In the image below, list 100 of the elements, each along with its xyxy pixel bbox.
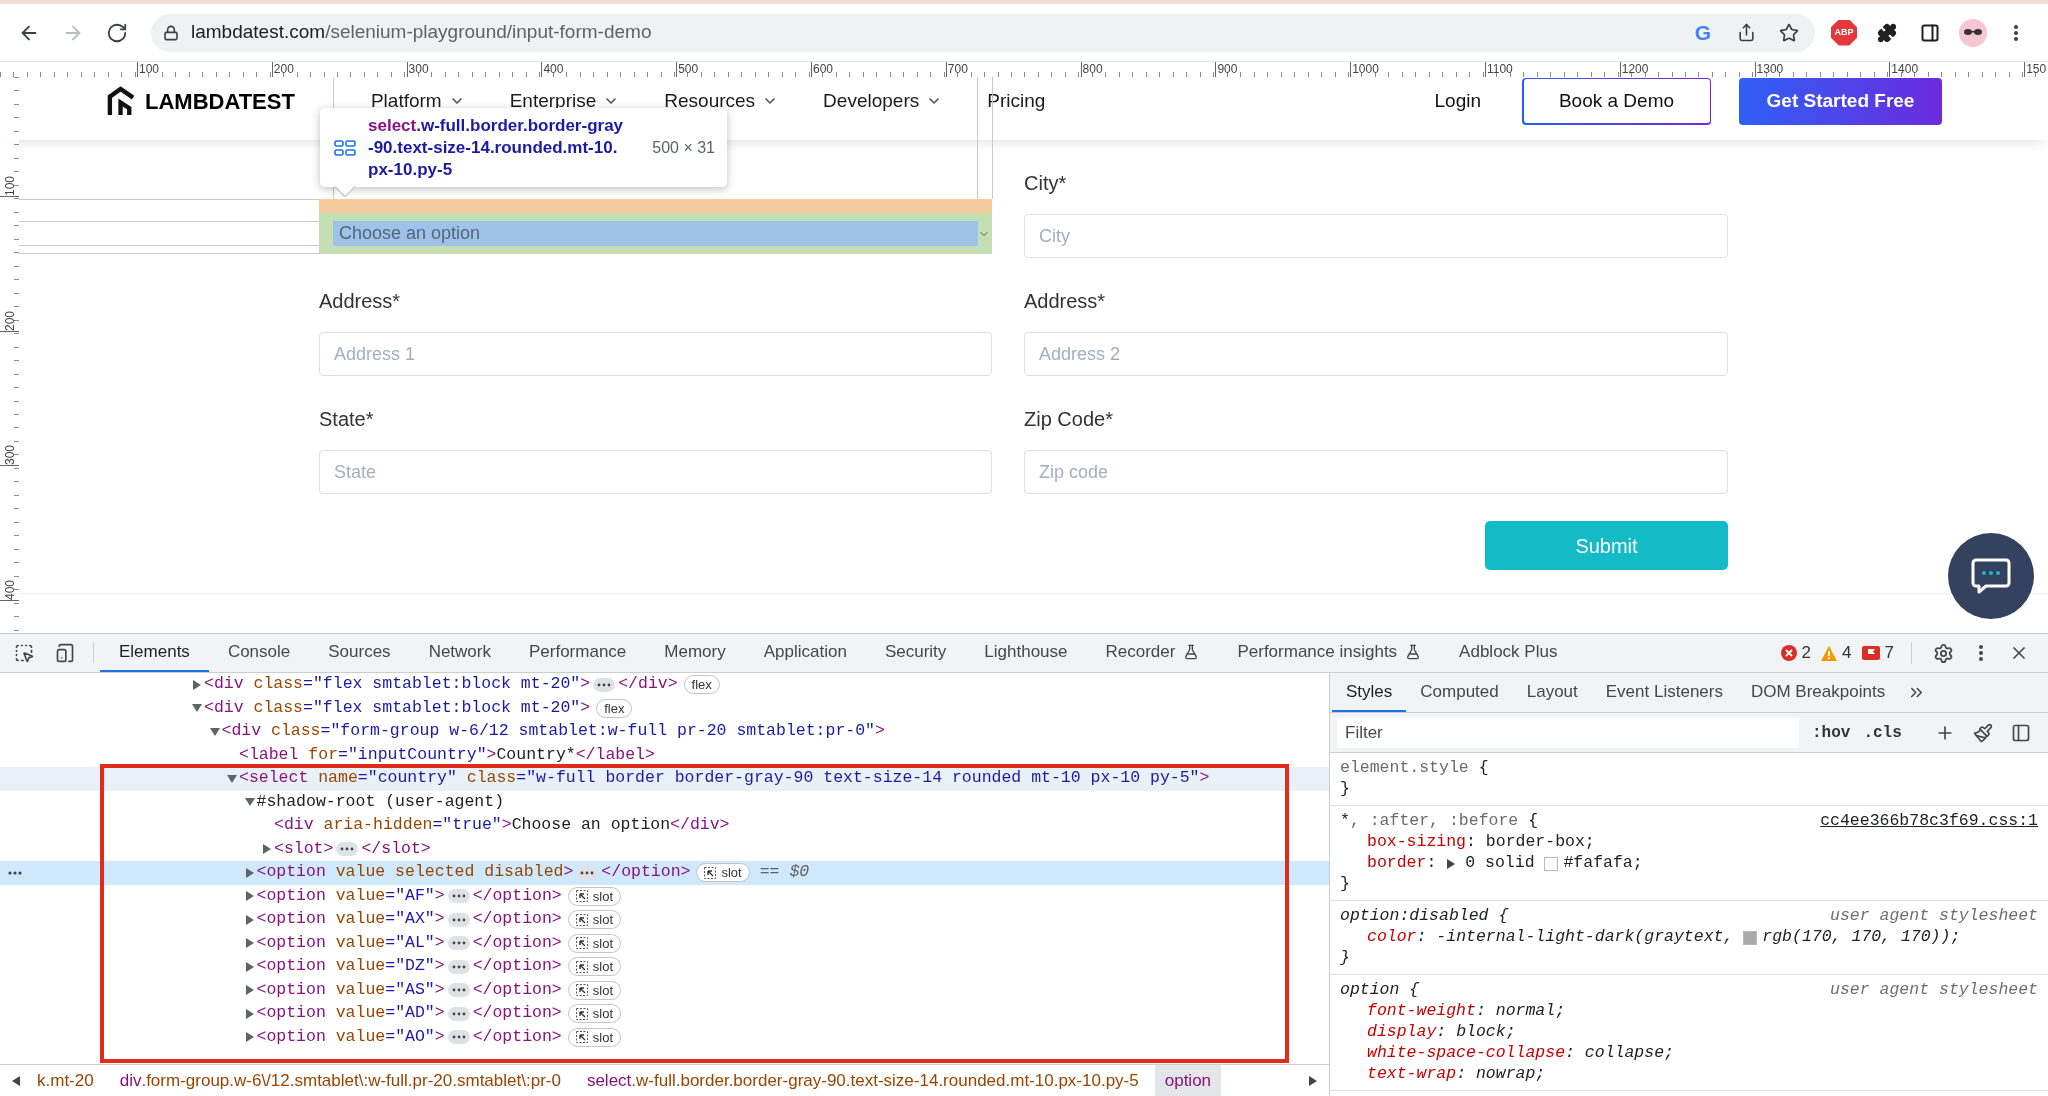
- flex-badge[interactable]: flex: [683, 675, 720, 695]
- color-swatch-icon[interactable]: [1743, 930, 1758, 945]
- hover-state-toggle[interactable]: :hov: [1812, 720, 1851, 745]
- css-property: border:: [1367, 852, 1438, 875]
- code-text: <slot>: [274, 837, 334, 860]
- nav-menu-item[interactable]: Enterprise: [509, 86, 620, 116]
- get-started-button[interactable]: Get Started Free: [1739, 77, 1942, 125]
- right-triangle-icon[interactable]: [1309, 1075, 1317, 1086]
- code-text: <option value="AF">: [256, 884, 445, 907]
- text-input[interactable]: State: [319, 450, 992, 494]
- book-demo-button[interactable]: Book a Demo: [1522, 77, 1711, 125]
- right-triangle-icon[interactable]: [244, 938, 255, 949]
- flex-badge[interactable]: flex: [596, 698, 633, 718]
- code-text: </option>: [472, 978, 562, 1001]
- color-swatch-icon[interactable]: [1544, 856, 1559, 871]
- left-triangle-icon[interactable]: [12, 1075, 20, 1086]
- devtools-tab[interactable]: Performance: [510, 634, 646, 672]
- slot-badge[interactable]: slot: [567, 957, 621, 977]
- css-selector: option:disabled {: [1340, 905, 1509, 928]
- slot-badge[interactable]: slot: [696, 863, 750, 883]
- devtools-tab[interactable]: Security: [865, 634, 966, 672]
- ellipsis-icon[interactable]: [447, 1006, 470, 1021]
- down-triangle-icon[interactable]: [192, 703, 202, 714]
- devtools-tab[interactable]: Application: [744, 634, 866, 672]
- stylesheet-origin: user agent stylesheet: [1830, 979, 2038, 1002]
- devtools-tab[interactable]: Memory: [645, 634, 745, 672]
- ellipsis-icon[interactable]: [447, 936, 470, 951]
- code-text: <option value="AL">: [256, 931, 445, 954]
- stylesheet-link[interactable]: cc4ee366b78c3f69.css:1: [1820, 809, 2038, 834]
- right-triangle-icon[interactable]: [244, 961, 255, 972]
- css-declaration: font-weight: normal;: [1367, 1000, 1566, 1023]
- breadcrumb-item[interactable]: div.form-group.w-6\/12.smtablet\:w-full.pr-20.smtablet\:pr-0: [109, 1065, 571, 1096]
- class-toggle[interactable]: .cls: [1863, 720, 1902, 745]
- right-triangle-icon[interactable]: [244, 1032, 255, 1043]
- nav-menu-item[interactable]: Developers: [823, 86, 943, 116]
- right-triangle-icon[interactable]: [1446, 858, 1457, 869]
- issue-flag-icon: [1861, 646, 1880, 660]
- right-triangle-icon[interactable]: [244, 1008, 255, 1019]
- address-bar[interactable]: lambdatest.com/selenium-playground/input-form-demo G: [151, 13, 1815, 52]
- nav-menu-item[interactable]: Pricing: [987, 86, 1046, 116]
- nav-menu-item[interactable]: Platform: [370, 86, 465, 116]
- login-link[interactable]: Login: [1434, 86, 1481, 116]
- ellipsis-icon[interactable]: [447, 889, 470, 904]
- right-triangle-icon[interactable]: [192, 679, 202, 690]
- ellipsis-icon[interactable]: [447, 959, 470, 974]
- sidebar-tab[interactable]: Event Listeners: [1591, 673, 1737, 712]
- slot-badge[interactable]: slot: [567, 1027, 621, 1047]
- right-triangle-icon[interactable]: [244, 985, 255, 996]
- devtools-tab[interactable]: Elements: [100, 634, 209, 672]
- devtools-tab[interactable]: Lighthouse: [965, 634, 1087, 672]
- stylesheet-origin: user agent stylesheet: [1830, 905, 2038, 928]
- breadcrumb-item[interactable]: select.w-full.border.border-gray-90.text-size-14.rounded.mt-10.px-10.py-5: [576, 1065, 1149, 1096]
- devtools-tab[interactable]: Sources: [309, 634, 410, 672]
- ellipsis-icon[interactable]: [336, 842, 359, 857]
- share-icon: [1736, 23, 1756, 42]
- devtools-tab[interactable]: Console: [208, 634, 310, 672]
- right-triangle-icon[interactable]: [262, 844, 272, 855]
- text-input[interactable]: Address 2: [1024, 332, 1728, 376]
- filter-input[interactable]: Filter: [1337, 717, 1799, 748]
- devtools-tab[interactable]: Network: [409, 634, 510, 672]
- ellipsis-icon[interactable]: [447, 1030, 470, 1045]
- breadcrumb-item[interactable]: k.mt-20: [27, 1065, 104, 1096]
- down-triangle-icon[interactable]: [227, 773, 237, 784]
- sidebar-tab[interactable]: Layout: [1512, 673, 1592, 712]
- breadcrumb-item[interactable]: option: [1154, 1065, 1222, 1096]
- text-input[interactable]: City: [1024, 214, 1728, 258]
- sidebar-tab[interactable]: DOM Breakpoints: [1736, 673, 1900, 712]
- issue-count[interactable]: 7: [1856, 640, 1899, 666]
- kebab-menu-icon: [1979, 645, 1983, 661]
- right-triangle-icon[interactable]: [244, 914, 255, 925]
- ellipsis-icon[interactable]: [447, 912, 470, 927]
- more-dots-icon[interactable]: [8, 870, 22, 875]
- nav-menu-item[interactable]: Resources: [664, 86, 779, 116]
- slot-badge[interactable]: slot: [567, 910, 621, 930]
- slot-badge[interactable]: slot: [567, 933, 621, 953]
- ellipsis-icon[interactable]: [447, 983, 470, 998]
- devtools-tab[interactable]: Adblock Plus: [1440, 634, 1577, 672]
- ellipsis-icon[interactable]: [593, 677, 616, 692]
- right-triangle-icon[interactable]: [244, 891, 255, 902]
- text-input[interactable]: Address 1: [319, 332, 992, 376]
- warning-icon: [1821, 645, 1838, 661]
- down-triangle-icon[interactable]: [244, 797, 255, 808]
- text-input[interactable]: Zip code: [1024, 450, 1728, 494]
- slot-badge[interactable]: slot: [567, 1004, 621, 1024]
- ruler-label: 150: [2026, 62, 2048, 76]
- code-text: <label for="inputCountry">Country*</label>: [239, 743, 655, 766]
- devtools-tab[interactable]: Performance insights: [1218, 634, 1441, 672]
- ellipsis-icon[interactable]: [576, 865, 599, 880]
- extension-badge-button[interactable]: ABP: [1831, 19, 1857, 46]
- sidebar-tab[interactable]: Computed: [1406, 673, 1513, 712]
- warning-count[interactable]: 4: [1816, 640, 1857, 666]
- right-triangle-icon[interactable]: [244, 867, 255, 878]
- error-count[interactable]: 2: [1775, 640, 1817, 666]
- down-triangle-icon[interactable]: [209, 726, 220, 737]
- code-text: <option value="DZ">: [256, 955, 445, 978]
- slot-badge[interactable]: slot: [567, 980, 621, 1000]
- devtools-tab[interactable]: Recorder: [1086, 634, 1219, 672]
- field-label: Address*: [319, 289, 402, 314]
- logo-link[interactable]: LAMBDATEST: [106, 84, 295, 118]
- slot-badge[interactable]: slot: [567, 886, 621, 906]
